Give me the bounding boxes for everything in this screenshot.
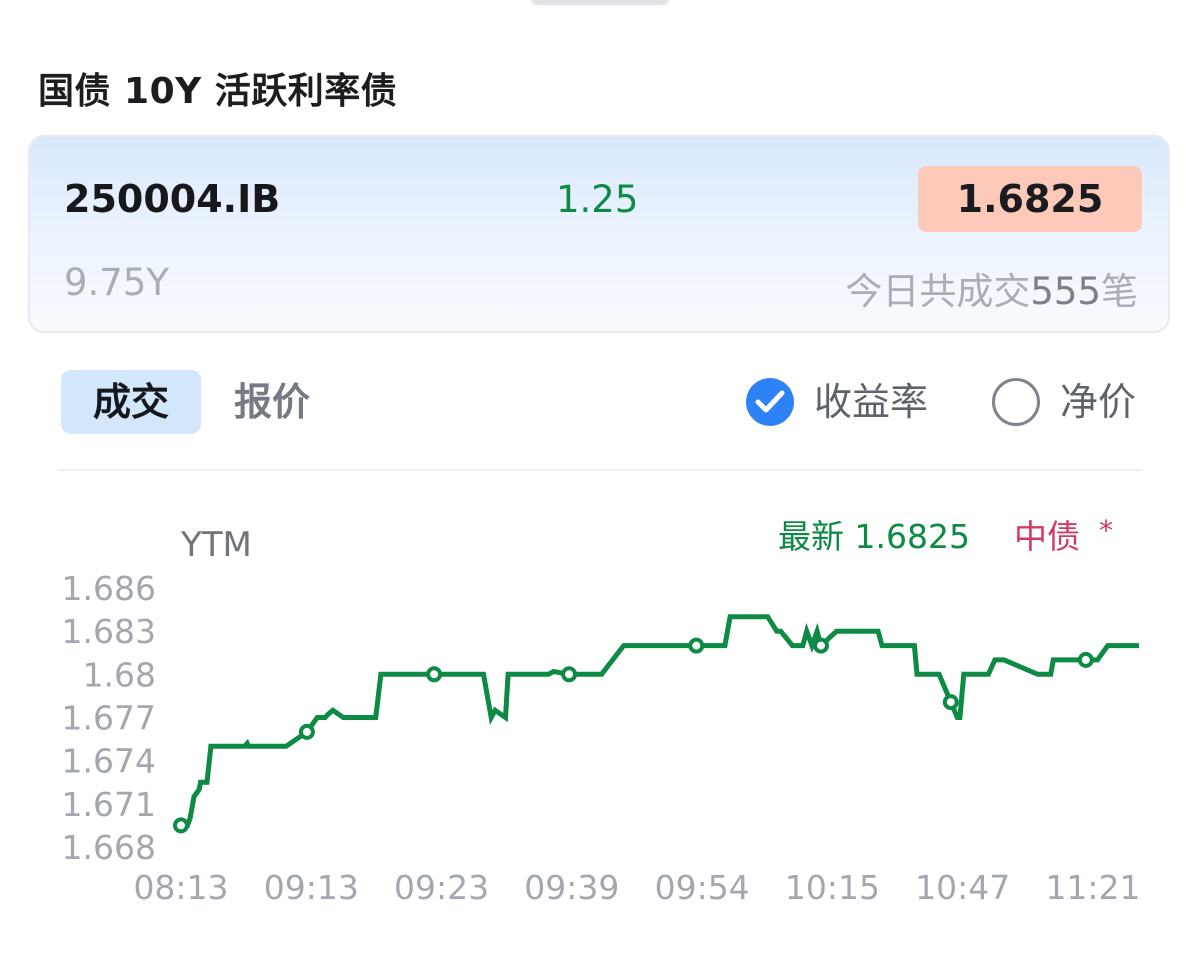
trade-marker-point[interactable]: [173, 817, 189, 834]
trade-marker-point[interactable]: [561, 666, 578, 683]
chart-source-marker: *: [1099, 514, 1113, 547]
x-tick-label: 10:47: [915, 868, 1010, 907]
x-tick-label: 11:21: [1045, 868, 1140, 907]
chart-latest-label: 最新 1.6825: [778, 517, 970, 556]
y-tick-label: 1.686: [62, 569, 156, 608]
trade-count-prefix: 今日共成交: [845, 270, 1031, 313]
section-divider: [58, 469, 1142, 471]
x-tick-label: 10:15: [785, 868, 880, 907]
tab-quotes[interactable]: 报价: [216, 370, 328, 434]
yield-option-label[interactable]: 收益率: [814, 378, 928, 426]
chart-source-label: 中债: [1014, 517, 1080, 556]
x-tick-label: 09:23: [394, 868, 489, 907]
chart-y-ticks: 1.686 1.683 1.68 1.677 1.674 1.671 1.668: [62, 569, 156, 867]
y-tick-label: 1.668: [62, 828, 156, 867]
x-tick-label: 09:13: [264, 868, 359, 907]
net-price-radio[interactable]: [992, 378, 1040, 426]
page-title: 国债 10Y 活跃利率债: [38, 71, 398, 112]
drag-handle[interactable]: [531, 0, 669, 5]
trade-marker-point[interactable]: [1077, 651, 1094, 668]
checkmark-icon: [755, 390, 785, 413]
tab-trades[interactable]: 成交: [61, 370, 201, 434]
trade-markers: [173, 637, 1094, 834]
bond-code: 250004.IB: [64, 177, 281, 221]
bond-tenor: 9.75Y: [64, 261, 169, 304]
chart-x-ticks: 08:13 09:13 09:23 09:39 09:54 10:15 10:47 11:21: [133, 868, 1140, 907]
trade-marker-point[interactable]: [813, 637, 829, 654]
y-tick-label: 1.683: [62, 612, 156, 651]
bond-coupon: 1.25: [556, 178, 639, 221]
chart-y-axis-label: YTM: [180, 525, 252, 565]
trade-count-suffix: 笔: [1101, 270, 1138, 313]
y-tick-label: 1.68: [83, 655, 156, 694]
trade-marker-point[interactable]: [942, 694, 959, 711]
y-tick-label: 1.671: [62, 785, 156, 824]
x-tick-label: 09:54: [655, 868, 750, 907]
y-tick-label: 1.674: [62, 742, 156, 781]
latest-yield-badge: 1.6825: [918, 166, 1142, 232]
x-tick-label: 08:13: [133, 868, 228, 907]
net-price-option-label[interactable]: 净价: [1060, 378, 1136, 426]
yield-radio-checked[interactable]: [746, 378, 794, 426]
bond-summary-card[interactable]: 250004.IB 1.25 1.6825 9.75Y 今日共成交555笔: [28, 135, 1170, 333]
x-tick-label: 09:39: [524, 868, 619, 907]
y-tick-label: 1.677: [62, 699, 156, 738]
yield-line-chart[interactable]: YTM 最新 1.6825 中债 * 1.6861.6831.681.6771.…: [0, 480, 1186, 920]
yield-series-line: [181, 614, 1139, 828]
trade-count-number: 555: [1030, 270, 1101, 313]
trade-count-summary: 今日共成交555笔: [845, 261, 1138, 315]
trade-marker-point[interactable]: [688, 637, 705, 654]
trade-marker-point[interactable]: [426, 666, 443, 683]
trade-marker-point[interactable]: [298, 723, 315, 740]
